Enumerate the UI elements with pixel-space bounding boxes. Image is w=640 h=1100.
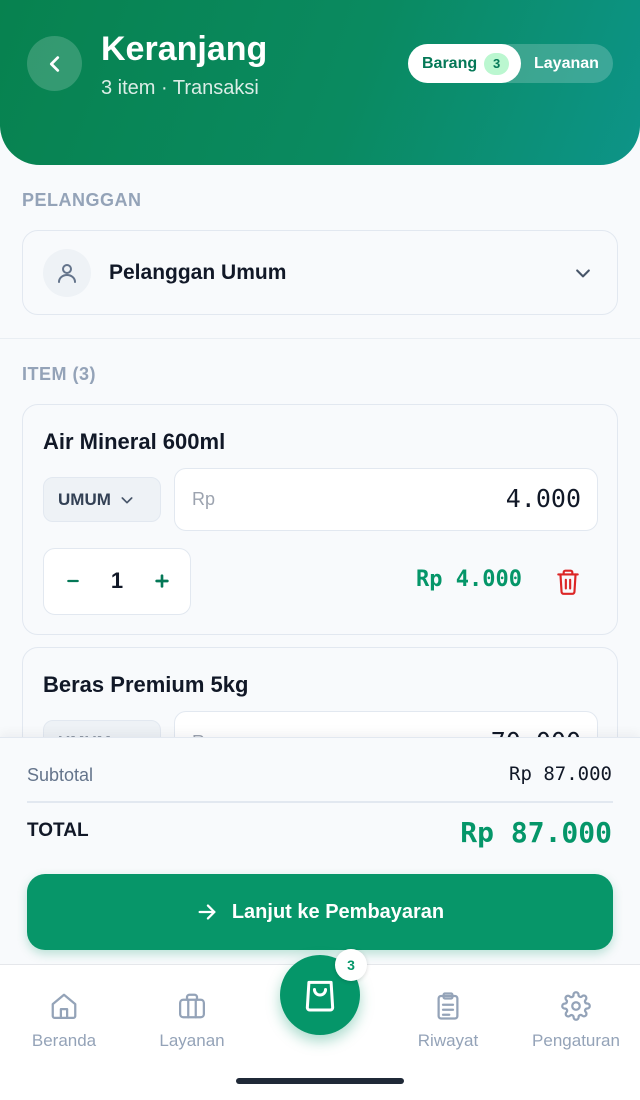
briefcase-icon — [179, 993, 205, 1019]
minus-icon — [67, 579, 79, 583]
proceed-to-payment-button[interactable]: Lanjut ke Pembayaran — [27, 874, 613, 950]
subtotal-value: Rp 87.000 — [509, 763, 612, 785]
nav-item-beranda[interactable]: Beranda — [0, 991, 128, 1051]
customer-selector[interactable]: Pelanggan Umum — [22, 230, 618, 315]
nav-label: Beranda — [31, 1031, 97, 1050]
home-indicator — [236, 1078, 404, 1084]
checkout-summary: Subtotal Rp 87.000 TOTAL Rp 87.000 Lanju… — [0, 737, 640, 964]
nav-label: Layanan — [159, 1031, 225, 1050]
nav-item-pengaturan[interactable]: Pengaturan — [512, 991, 640, 1051]
clipboard-icon — [437, 992, 459, 1020]
cart-item-card: Air Mineral 600ml UMUM Rp 4.000 1 Rp 4.0… — [22, 404, 618, 635]
tab-barang[interactable]: Barang 3 — [408, 44, 521, 83]
chevron-down-icon — [576, 269, 590, 278]
arrow-right-icon — [198, 904, 216, 920]
nav-label: Pengaturan — [532, 1031, 620, 1050]
subtotal-label: Subtotal — [27, 765, 94, 785]
item-name: Air Mineral 600ml — [43, 429, 226, 454]
page-title: Keranjang — [101, 30, 268, 68]
shopping-bag-icon — [305, 980, 335, 1012]
price-prefix: Rp — [192, 489, 216, 509]
increase-quantity-button[interactable] — [134, 549, 190, 613]
section-divider — [0, 338, 640, 339]
nav-item-riwayat[interactable]: Riwayat — [384, 991, 512, 1051]
decrease-quantity-button[interactable] — [44, 549, 102, 613]
nav-label: Riwayat — [417, 1031, 479, 1050]
gear-icon — [561, 991, 591, 1021]
nav-item-layanan[interactable]: Layanan — [128, 991, 256, 1051]
chevron-down-icon — [121, 496, 133, 503]
user-icon — [43, 249, 91, 297]
trash-icon[interactable] — [555, 568, 581, 596]
tab-layanan[interactable]: Layanan — [534, 44, 599, 83]
line-total: Rp 4.000 — [416, 567, 522, 592]
header: Keranjang 3 item · Transaksi Barang 3 La… — [0, 0, 640, 165]
proceed-to-payment-label: Lanjut ke Pembayaran — [231, 900, 445, 923]
chevron-left-icon — [49, 55, 59, 72]
total-value: Rp 87.000 — [460, 816, 612, 849]
quantity-value: 1 — [110, 568, 124, 593]
item-name: Beras Premium 5kg — [43, 672, 249, 697]
price-value: 4.000 — [505, 484, 581, 513]
price-input[interactable]: Rp 4.000 — [174, 468, 598, 531]
tab-barang-count-badge: 3 — [484, 52, 510, 75]
plus-icon — [155, 574, 169, 588]
tab-barang-label: Barang — [422, 54, 478, 72]
customer-section-label: PELANGGAN — [22, 190, 142, 210]
tab-switcher: Barang 3 Layanan — [408, 44, 613, 83]
customer-name: Pelanggan Umum — [109, 261, 287, 284]
cart-count-badge: 3 — [335, 949, 367, 981]
quantity-stepper: 1 — [43, 548, 191, 615]
items-section-label: ITEM (3) — [22, 364, 96, 384]
home-icon — [51, 993, 77, 1019]
price-type-select[interactable]: UMUM — [43, 477, 161, 522]
price-type-label: UMUM — [58, 489, 111, 509]
total-label: TOTAL — [27, 820, 89, 841]
summary-divider — [27, 801, 613, 803]
page-subtitle: 3 item · Transaksi — [101, 77, 259, 99]
back-button[interactable] — [27, 36, 82, 91]
